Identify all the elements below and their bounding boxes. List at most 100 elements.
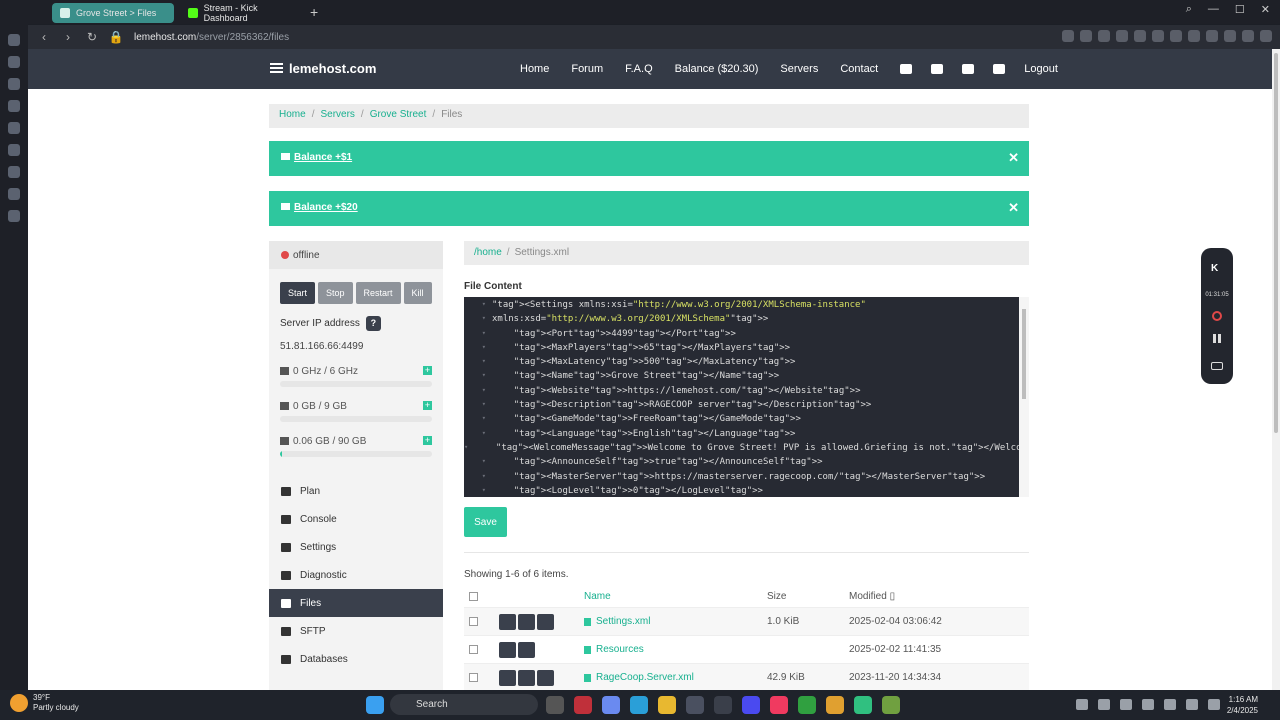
site-brand[interactable]: lemehost.com — [270, 61, 376, 76]
nav-forum[interactable]: Forum — [571, 63, 603, 75]
sidebar-app-icon[interactable] — [8, 56, 20, 68]
start-icon[interactable] — [366, 696, 384, 714]
new-tab-icon[interactable]: + — [310, 4, 318, 20]
chat-icon[interactable] — [962, 64, 975, 74]
code-line[interactable]: ▾ "tag"><WelcomeMessage"tag">>Welcome to… — [464, 443, 1019, 457]
fold-gutter[interactable]: ▾ — [464, 386, 492, 400]
kick-icon[interactable]: K — [1211, 263, 1223, 274]
app-icon[interactable] — [882, 696, 900, 714]
extension-icon[interactable] — [1224, 30, 1236, 42]
chevron-up-icon[interactable] — [1076, 699, 1088, 710]
delete-icon[interactable] — [518, 613, 535, 630]
volume-icon[interactable] — [1186, 699, 1198, 710]
forward-icon[interactable]: › — [60, 30, 76, 44]
nav-faq[interactable]: F.A.Q — [625, 63, 653, 75]
menu-item-sftp[interactable]: SFTP — [269, 617, 443, 645]
explorer-icon[interactable] — [658, 696, 676, 714]
code-line[interactable]: ▾ xmlns:xsd="http://www.w3.org/2001/XMLSc… — [464, 314, 1019, 328]
fold-gutter[interactable]: ▾ — [464, 329, 492, 343]
code-line[interactable]: ▾ "tag"><GameMode"tag">>FreeRoam"tag"></… — [464, 414, 1019, 428]
fold-gutter[interactable]: ▾ — [464, 443, 474, 457]
fold-gutter[interactable]: ▾ — [464, 486, 492, 497]
fold-gutter[interactable]: ▾ — [464, 472, 492, 486]
editor-icon[interactable] — [742, 696, 760, 714]
extension-icon[interactable] — [1134, 30, 1146, 42]
gear-icon[interactable] — [993, 64, 1006, 74]
sidebar-app-icon[interactable] — [8, 122, 20, 134]
code-line[interactable]: ▾ "tag"><LogLevel"tag">>0"tag"></LogLeve… — [464, 486, 1019, 497]
alert-link[interactable]: Balance +$1 — [294, 152, 352, 163]
code-line[interactable]: ▾ "tag"><MaxLatency"tag">>500"tag"></Max… — [464, 357, 1019, 371]
close-icon[interactable]: ✕ — [1008, 200, 1019, 216]
row-checkbox[interactable] — [469, 617, 478, 626]
edit-icon[interactable] — [499, 669, 516, 686]
fold-gutter[interactable]: ▾ — [464, 429, 492, 443]
file-name-link[interactable]: Resources — [584, 644, 767, 655]
menu-item-console[interactable]: Console — [269, 505, 443, 533]
menu-item-plan[interactable]: Plan — [269, 477, 443, 505]
back-icon[interactable]: ‹ — [36, 30, 52, 44]
menu-item-files[interactable]: Files — [269, 589, 443, 617]
record-icon[interactable] — [1212, 311, 1222, 321]
store-icon[interactable] — [900, 64, 913, 74]
app-icon[interactable] — [854, 696, 872, 714]
code-line[interactable]: ▾ "tag"><AnnounceSelf"tag">>true"tag"></… — [464, 457, 1019, 471]
close-icon[interactable]: ✕ — [1261, 3, 1270, 16]
extension-icon[interactable] — [1170, 30, 1182, 42]
extension-icon[interactable] — [1206, 30, 1218, 42]
code-line[interactable]: ▾ "tag"><Port"tag">>4499"tag"></Port"tag… — [464, 329, 1019, 343]
nav-servers[interactable]: Servers — [780, 63, 818, 75]
clock[interactable]: 1:16 AM 2/4/2025 — [1227, 694, 1258, 716]
fold-gutter[interactable]: ▾ — [464, 314, 492, 328]
store-icon[interactable] — [686, 696, 704, 714]
code-line[interactable]: ▾ "tag"><MasterServer"tag">>https://mast… — [464, 472, 1019, 486]
music-icon[interactable] — [770, 696, 788, 714]
extension-icon[interactable] — [1242, 30, 1254, 42]
file-name-link[interactable]: RageCoop.Server.xml — [584, 672, 767, 683]
xbox-icon[interactable] — [798, 696, 816, 714]
nav-balance[interactable]: Balance ($20.30) — [675, 63, 759, 75]
steam-icon[interactable] — [714, 696, 732, 714]
taskbar-search[interactable]: Search — [390, 694, 538, 715]
opera-icon[interactable] — [574, 696, 592, 714]
fold-gutter[interactable]: ▾ — [464, 343, 492, 357]
stop-button[interactable]: Stop — [318, 282, 353, 304]
task-view-icon[interactable] — [546, 696, 564, 714]
network-icon[interactable] — [1120, 699, 1132, 710]
nav-home[interactable]: Home — [520, 63, 549, 75]
extension-icon[interactable] — [1080, 30, 1092, 42]
add-disk-button[interactable]: + — [423, 436, 432, 445]
name-header[interactable]: Name — [584, 591, 767, 602]
alert-link[interactable]: Balance +$20 — [294, 202, 358, 213]
copilot-icon[interactable] — [602, 696, 620, 714]
breadcrumb-server[interactable]: Grove Street — [370, 109, 427, 120]
tab-kick-dashboard[interactable]: Stream - Kick Dashboard — [180, 3, 308, 23]
code-line[interactable]: ▾ "tag"><Settings xmlns:xsi="http://www.w… — [464, 300, 1019, 314]
sidebar-app-icon[interactable] — [8, 210, 20, 222]
sidebar-app-icon[interactable] — [8, 188, 20, 200]
edit-icon[interactable] — [499, 641, 516, 658]
row-checkbox[interactable] — [469, 673, 478, 682]
sync-icon[interactable] — [1098, 699, 1110, 710]
fold-gutter[interactable]: ▾ — [464, 300, 492, 314]
extension-icon[interactable] — [1260, 30, 1272, 42]
tab-grove-street-files[interactable]: Grove Street > Files — [52, 3, 174, 23]
page-scrollbar[interactable] — [1272, 49, 1280, 690]
row-checkbox[interactable] — [469, 645, 478, 654]
code-line[interactable]: ▾ "tag"><Name"tag">>Grove Street"tag"></… — [464, 371, 1019, 385]
fold-gutter[interactable]: ▾ — [464, 371, 492, 385]
extension-icon[interactable] — [1188, 30, 1200, 42]
sidebar-app-icon[interactable] — [8, 34, 20, 46]
wifi-icon[interactable] — [1164, 699, 1176, 710]
mic-icon[interactable] — [1142, 699, 1154, 710]
extension-icon[interactable] — [1152, 30, 1164, 42]
code-line[interactable]: ▾ "tag"><Website"tag">>https://lemehost.… — [464, 386, 1019, 400]
modified-header[interactable]: Modified ▯ — [849, 591, 895, 602]
search-icon[interactable]: ⌕ — [1186, 3, 1192, 16]
code-line[interactable]: ▾ "tag"><Language"tag">>English"tag"></L… — [464, 429, 1019, 443]
sidebar-app-icon[interactable] — [8, 100, 20, 112]
start-button[interactable]: Start — [280, 282, 316, 304]
restart-button[interactable]: Restart — [355, 282, 401, 304]
delete-icon[interactable] — [518, 669, 535, 686]
code-line[interactable]: ▾ "tag"><Description"tag">>RAGECOOP serv… — [464, 400, 1019, 414]
